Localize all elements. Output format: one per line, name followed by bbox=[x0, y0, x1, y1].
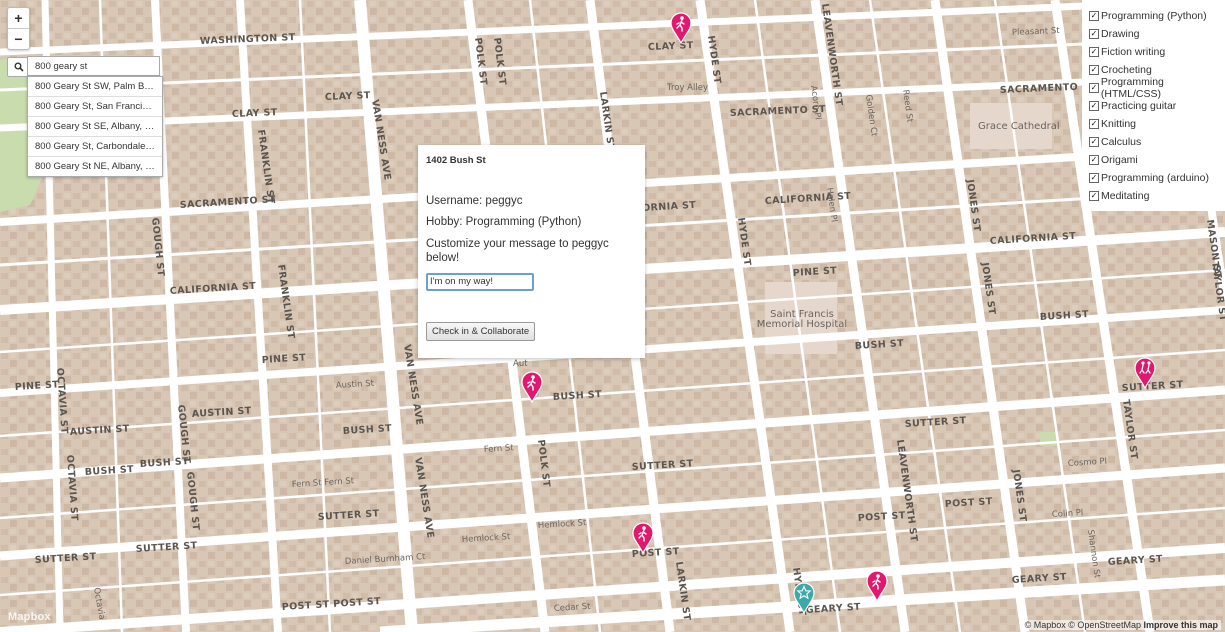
checkbox-checked-icon[interactable]: ✓ bbox=[1089, 29, 1099, 39]
hiker-marker-icon bbox=[670, 12, 692, 45]
hobby-marker-sutter[interactable] bbox=[1134, 357, 1156, 394]
filter-label: Programming (Python) bbox=[1101, 10, 1207, 22]
hiker-marker-icon bbox=[866, 570, 888, 603]
filter-item[interactable]: ✓ Programming (HTML/CSS) bbox=[1082, 76, 1225, 100]
checkbox-checked-icon[interactable]: ✓ bbox=[1089, 191, 1099, 201]
hobby-marker-clay[interactable] bbox=[670, 12, 692, 49]
checkbox-checked-icon[interactable]: ✓ bbox=[1089, 137, 1099, 147]
poi-saint-francis-line2: Memorial Hospital bbox=[757, 319, 847, 330]
search-result[interactable]: 800 Geary St SW, Palm Bay, Florida bbox=[28, 77, 162, 97]
checkbox-checked-icon[interactable]: ✓ bbox=[1089, 119, 1099, 129]
filter-label: Programming (arduino) bbox=[1101, 172, 1209, 184]
filter-item[interactable]: ✓ Knitting bbox=[1082, 115, 1225, 133]
search-result[interactable]: 800 Geary St, San Francisco, California bbox=[28, 97, 162, 117]
checkbox-checked-icon[interactable]: ✓ bbox=[1089, 65, 1099, 75]
zoom-in-button[interactable]: + bbox=[8, 8, 29, 28]
user-popup: 1402 Bush St Username: peggyc Hobby: Pro… bbox=[418, 145, 645, 358]
improve-map-link[interactable]: Improve this map bbox=[1143, 620, 1218, 630]
star-marker-icon bbox=[793, 582, 815, 615]
filter-item[interactable]: ✓ Meditating bbox=[1082, 187, 1225, 205]
search-input[interactable]: 800 geary st bbox=[27, 56, 160, 76]
hobby-filter-panel: ✓ Programming (Python) ✓ Drawing ✓ Fiction … bbox=[1082, 0, 1225, 211]
filter-item[interactable]: ✓ Programming (arduino) bbox=[1082, 169, 1225, 187]
search-result[interactable]: 800 Geary St, Carbondale, Illinois bbox=[28, 137, 162, 157]
search-results: 800 Geary St SW, Palm Bay, Florida 800 G… bbox=[27, 76, 163, 177]
checkbox-checked-icon[interactable]: ✓ bbox=[1089, 101, 1099, 111]
mapbox-logo[interactable]: Mapbox bbox=[8, 611, 51, 623]
filter-label: Knitting bbox=[1101, 118, 1137, 130]
hiker-marker-icon bbox=[632, 522, 654, 555]
zoom-out-button[interactable]: − bbox=[8, 28, 29, 49]
hobby-marker-geary[interactable] bbox=[866, 570, 888, 607]
attribution-mapbox-link[interactable]: © Mapbox bbox=[1025, 620, 1066, 630]
search-result[interactable]: 800 Geary St SE, Albany, Oregon bbox=[28, 117, 162, 137]
search-icon bbox=[14, 62, 24, 72]
hiker-marker-icon bbox=[521, 371, 543, 404]
label-troy-alley: Troy Alley bbox=[666, 83, 708, 93]
filter-item[interactable]: ✓ Drawing bbox=[1082, 25, 1225, 43]
filter-item[interactable]: ✓ Programming (Python) bbox=[1082, 7, 1225, 25]
checkbox-checked-icon[interactable]: ✓ bbox=[1089, 11, 1099, 21]
filter-item[interactable]: ✓ Calculus bbox=[1082, 133, 1225, 151]
filter-label: Calculus bbox=[1101, 136, 1142, 148]
checkbox-checked-icon[interactable]: ✓ bbox=[1089, 155, 1099, 165]
popup-message-prompt: Customize your message to peggyc below! bbox=[426, 238, 609, 264]
hobby-marker-post[interactable] bbox=[632, 522, 654, 559]
filter-item[interactable]: ✓ Fiction writing bbox=[1082, 43, 1225, 61]
label-colin: Colin Pl bbox=[1052, 508, 1084, 520]
street-label-clay-far-west: CLAY ST bbox=[232, 107, 278, 120]
popup-address: 1402 Bush St bbox=[426, 155, 486, 166]
street-label-clay-west: CLAY ST bbox=[325, 90, 371, 103]
attribution: © Mapbox © OpenStreetMap Improve this ma… bbox=[1021, 620, 1221, 630]
filter-label: Drawing bbox=[1101, 28, 1140, 40]
filter-label: Crocheting bbox=[1101, 64, 1152, 76]
label-aut: Aut bbox=[513, 359, 528, 369]
message-input[interactable]: I'm on my way! bbox=[426, 273, 534, 291]
runner-marker-icon bbox=[1134, 357, 1156, 390]
checkbox-checked-icon[interactable]: ✓ bbox=[1089, 173, 1099, 183]
zoom-control: + − bbox=[7, 7, 30, 50]
filter-item[interactable]: ✓ Origami bbox=[1082, 151, 1225, 169]
label-fern: Fern St bbox=[484, 443, 515, 455]
checkbox-checked-icon[interactable]: ✓ bbox=[1089, 47, 1099, 57]
hobby-marker-bush-polk[interactable] bbox=[521, 371, 543, 408]
home-marker[interactable] bbox=[793, 582, 815, 619]
filter-label: Practicing guitar bbox=[1101, 100, 1177, 112]
check-in-button[interactable]: Check in & Collaborate bbox=[426, 322, 536, 341]
filter-label: Origami bbox=[1101, 154, 1138, 166]
checkbox-checked-icon[interactable]: ✓ bbox=[1089, 83, 1099, 93]
poi-grace-cathedral: Grace Cathedral bbox=[978, 121, 1060, 132]
popup-hobby: Hobby: Programming (Python) bbox=[426, 216, 582, 228]
search-result[interactable]: 800 Geary St NE, Albany, Oregon bbox=[28, 157, 162, 176]
filter-label: Programming (HTML/CSS) bbox=[1100, 76, 1164, 100]
attribution-osm-link[interactable]: © OpenStreetMap bbox=[1068, 620, 1141, 630]
popup-username: Username: peggyc bbox=[426, 195, 523, 207]
label-pleasant: Pleasant St bbox=[1012, 26, 1061, 38]
filter-label: Meditating bbox=[1101, 190, 1150, 202]
filter-label: Fiction writing bbox=[1101, 46, 1166, 58]
